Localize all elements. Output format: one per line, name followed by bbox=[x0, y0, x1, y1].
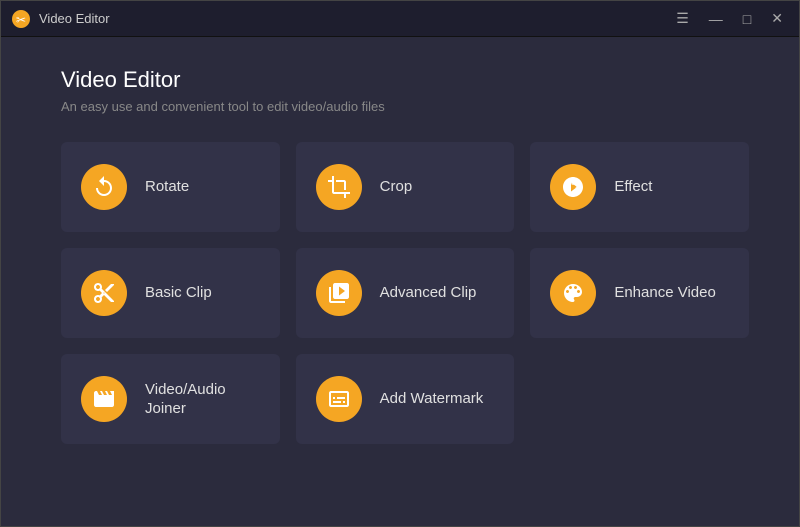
window-title: Video Editor bbox=[39, 11, 670, 26]
page-title: Video Editor bbox=[61, 67, 749, 93]
crop-label: Crop bbox=[380, 177, 413, 197]
effect-icon bbox=[561, 175, 585, 199]
advanced-clip-card[interactable]: Advanced Clip bbox=[296, 248, 515, 338]
main-window: ✂ Video Editor ☰ — □ ✕ Video Editor An e… bbox=[0, 0, 800, 527]
effect-card[interactable]: Effect bbox=[530, 142, 749, 232]
basic-clip-card[interactable]: Basic Clip bbox=[61, 248, 280, 338]
watermark-icon-wrap bbox=[316, 376, 362, 422]
feature-grid: Rotate Crop bbox=[61, 142, 749, 444]
rotate-icon-wrap bbox=[81, 164, 127, 210]
rotate-icon bbox=[92, 175, 116, 199]
joiner-icon-wrap bbox=[81, 376, 127, 422]
enhance-video-label: Enhance Video bbox=[614, 283, 715, 303]
title-bar: ✂ Video Editor ☰ — □ ✕ bbox=[1, 1, 799, 37]
close-btn[interactable]: ✕ bbox=[765, 8, 789, 29]
page-subtitle: An easy use and convenient tool to edit … bbox=[61, 99, 749, 114]
svg-text:✂: ✂ bbox=[16, 13, 26, 27]
effect-icon-wrap bbox=[550, 164, 596, 210]
scissors-icon bbox=[92, 281, 116, 305]
advanced-clip-label: Advanced Clip bbox=[380, 283, 477, 303]
enhance-video-card[interactable]: Enhance Video bbox=[530, 248, 749, 338]
add-watermark-label: Add Watermark bbox=[380, 389, 484, 409]
enhance-video-icon-wrap bbox=[550, 270, 596, 316]
crop-card[interactable]: Crop bbox=[296, 142, 515, 232]
joiner-icon bbox=[92, 387, 116, 411]
advanced-clip-icon-wrap bbox=[316, 270, 362, 316]
menu-btn[interactable]: ☰ bbox=[670, 8, 695, 29]
window-controls: ☰ — □ ✕ bbox=[670, 8, 789, 29]
maximize-btn[interactable]: □ bbox=[737, 9, 757, 29]
crop-icon bbox=[327, 175, 351, 199]
add-watermark-card[interactable]: Add Watermark bbox=[296, 354, 515, 444]
app-icon: ✂ bbox=[11, 9, 31, 29]
content-area: Video Editor An easy use and convenient … bbox=[1, 37, 799, 526]
crop-icon-wrap bbox=[316, 164, 362, 210]
basic-clip-icon-wrap bbox=[81, 270, 127, 316]
advanced-clip-icon bbox=[327, 281, 351, 305]
video-audio-joiner-card[interactable]: Video/Audio Joiner bbox=[61, 354, 280, 444]
basic-clip-label: Basic Clip bbox=[145, 283, 212, 303]
palette-icon bbox=[561, 281, 585, 305]
rotate-label: Rotate bbox=[145, 177, 189, 197]
rotate-card[interactable]: Rotate bbox=[61, 142, 280, 232]
effect-label: Effect bbox=[614, 177, 652, 197]
watermark-icon bbox=[327, 387, 351, 411]
video-audio-joiner-label: Video/Audio Joiner bbox=[145, 380, 226, 419]
minimize-btn[interactable]: — bbox=[703, 9, 729, 29]
